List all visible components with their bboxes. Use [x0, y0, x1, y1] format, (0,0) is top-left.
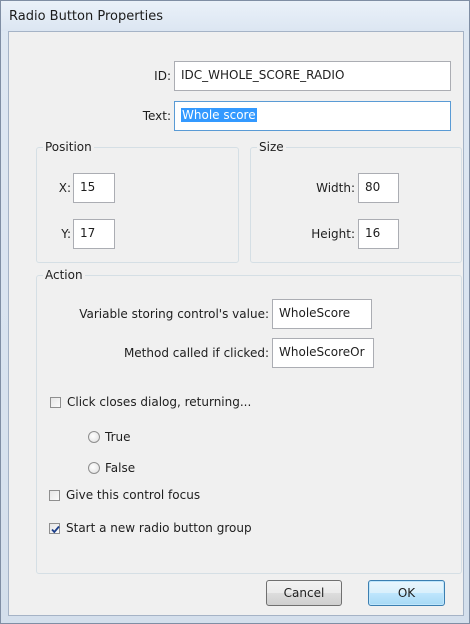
dialog-window: Radio Button Properties ID: IDC_WHOLE_SC…	[0, 0, 470, 624]
text-field-value: Whole score	[181, 108, 257, 122]
id-field[interactable]: IDC_WHOLE_SCORE_RADIO	[174, 61, 451, 91]
id-field-value: IDC_WHOLE_SCORE_RADIO	[181, 68, 345, 82]
x-field[interactable]: 15	[73, 173, 115, 203]
x-field-value: 15	[80, 180, 96, 194]
height-field-value: 16	[365, 226, 381, 240]
false-radio[interactable]	[88, 462, 100, 474]
action-group-title: Action	[43, 268, 85, 282]
y-field-value: 17	[80, 226, 96, 240]
variable-field-value: WholeScore	[279, 306, 351, 320]
method-field[interactable]: WholeScoreOr	[272, 338, 374, 368]
checkmark-icon	[51, 525, 60, 534]
false-radio-label[interactable]: False	[105, 461, 135, 475]
width-label: Width:	[316, 181, 355, 195]
variable-field[interactable]: WholeScore	[272, 299, 372, 329]
new-group-label[interactable]: Start a new radio button group	[66, 521, 252, 535]
width-field-value: 80	[365, 180, 381, 194]
variable-label: Variable storing control's value:	[79, 307, 269, 321]
cancel-button[interactable]: Cancel	[266, 580, 342, 606]
position-group: Position X: 15 Y: 17	[36, 140, 239, 263]
focus-checkbox[interactable]	[49, 490, 60, 501]
click-closes-label[interactable]: Click closes dialog, returning...	[67, 395, 251, 409]
id-label: ID:	[154, 69, 171, 83]
height-label: Height:	[311, 227, 355, 241]
text-label: Text:	[142, 109, 171, 123]
new-group-checkbox[interactable]	[49, 523, 60, 534]
dialog-body: ID: IDC_WHOLE_SCORE_RADIO Text: Whole sc…	[8, 31, 464, 616]
size-group-title: Size	[257, 140, 286, 154]
method-label: Method called if clicked:	[123, 346, 269, 360]
true-radio[interactable]	[88, 431, 100, 443]
focus-label[interactable]: Give this control focus	[66, 488, 200, 502]
true-radio-label[interactable]: True	[105, 430, 131, 444]
y-field[interactable]: 17	[73, 219, 115, 249]
width-field[interactable]: 80	[358, 173, 399, 203]
position-group-title: Position	[43, 140, 94, 154]
method-field-value: WholeScoreOr	[279, 345, 365, 359]
text-field[interactable]: Whole score	[174, 101, 451, 131]
click-closes-checkbox[interactable]	[50, 397, 61, 408]
x-label: X:	[58, 181, 71, 195]
y-label: Y:	[61, 227, 71, 241]
dialog-title: Radio Button Properties	[9, 9, 164, 24]
ok-button[interactable]: OK	[368, 580, 445, 606]
title-bar[interactable]: Radio Button Properties	[1, 1, 469, 31]
size-group: Size Width: 80 Height: 16	[250, 140, 462, 263]
height-field[interactable]: 16	[358, 219, 399, 249]
